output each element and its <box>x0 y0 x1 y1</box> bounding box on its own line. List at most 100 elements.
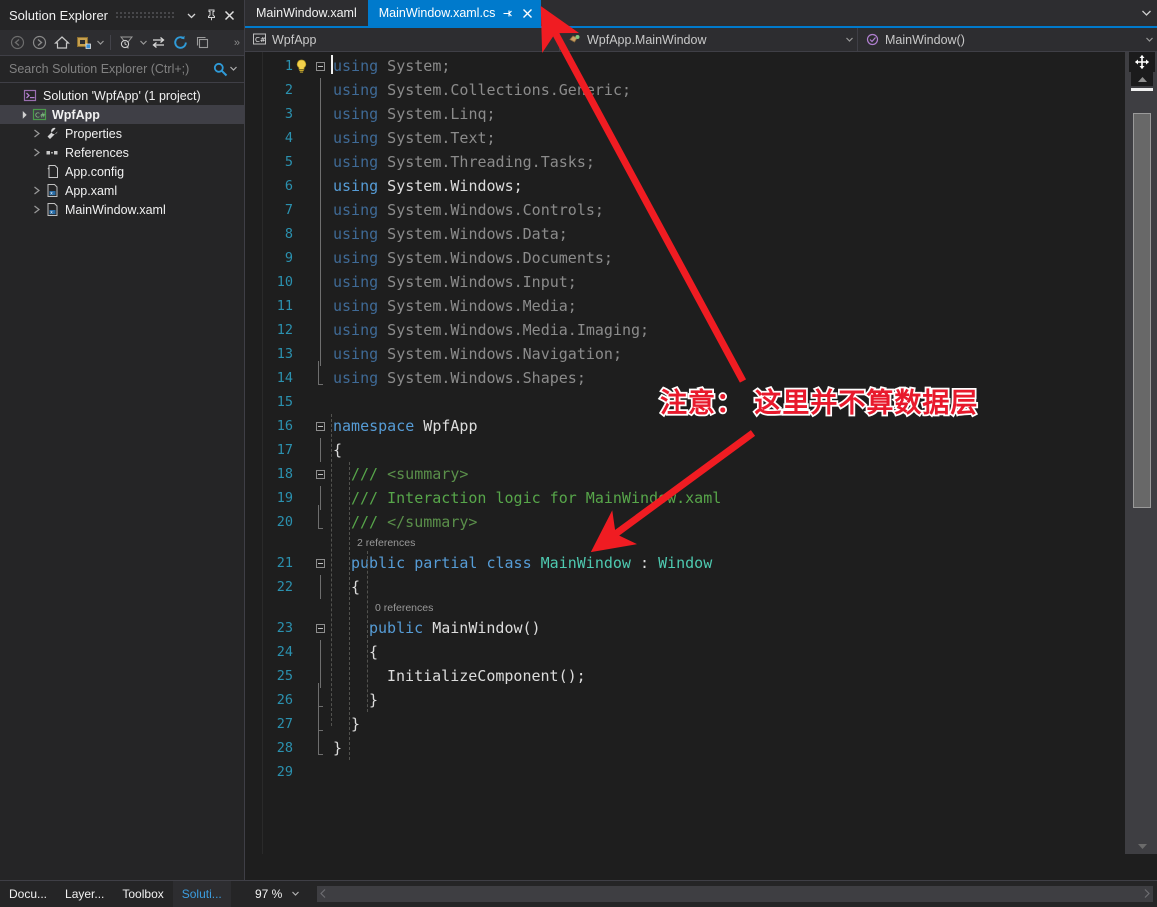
forward-icon[interactable] <box>29 33 50 53</box>
scrollbar-left-arrow[interactable] <box>320 888 326 900</box>
code-line[interactable]: 24 { <box>245 640 1125 664</box>
panel-dropdown-icon[interactable] <box>183 7 200 24</box>
twisty-collapsed-icon[interactable] <box>30 124 43 143</box>
code-line[interactable]: 1 using System; <box>245 54 1125 78</box>
fold-collapse-icon[interactable] <box>315 558 325 568</box>
tree-item-references[interactable]: References <box>0 143 244 162</box>
search-icon[interactable] <box>213 62 244 77</box>
navbar-type-selector[interactable]: WpfApp.MainWindow <box>560 28 858 51</box>
codelens-references[interactable]: 2 references <box>245 534 1125 551</box>
tree-item-solution[interactable]: Solution 'WpfApp' (1 project) <box>0 86 244 105</box>
scrollbar-right-arrow[interactable] <box>1144 888 1150 900</box>
pending-changes-filter-icon[interactable] <box>116 33 137 53</box>
code-line[interactable]: 19 /// Interaction logic for MainWindow.x… <box>245 486 1125 510</box>
scrollbar-up-arrow[interactable] <box>1131 72 1153 86</box>
tab-layer-explorer[interactable]: Layer... <box>56 881 113 907</box>
scrollbar-track[interactable] <box>1131 88 1153 834</box>
code-line[interactable]: 7 using System.Windows.Controls; <box>245 198 1125 222</box>
code-line[interactable]: 2 using System.Collections.Generic; <box>245 78 1125 102</box>
code-line[interactable]: 21 public partial class MainWindow : Wind… <box>245 551 1125 575</box>
split-view-handle[interactable] <box>1129 52 1155 72</box>
xaml-file-icon: x <box>43 200 62 219</box>
code-line[interactable]: 12 using System.Windows.Media.Imaging; <box>245 318 1125 342</box>
fold-collapse-icon[interactable] <box>315 623 325 633</box>
code-line[interactable]: 3 using System.Linq; <box>245 102 1125 126</box>
scrollbar-thumb[interactable] <box>1133 113 1151 508</box>
code-line[interactable]: 23 public MainWindow() <box>245 616 1125 640</box>
twisty-collapsed-icon[interactable] <box>30 143 43 162</box>
tree-item-app-xaml[interactable]: x App.xaml <box>0 181 244 200</box>
tab-toolbox[interactable]: Toolbox <box>113 881 172 907</box>
codelens-references[interactable]: 0 references <box>245 599 1125 616</box>
navbar-project-selector[interactable]: C# WpfApp <box>245 28 560 51</box>
code-line[interactable]: 17 { <box>245 438 1125 462</box>
vertical-scrollbar[interactable] <box>1125 52 1157 854</box>
code-text: } <box>333 739 343 757</box>
code-line[interactable]: 25 InitializeComponent(); <box>245 664 1125 688</box>
tree-item-wpfapp-project[interactable]: C# WpfApp <box>0 105 244 124</box>
lightbulb-quick-action-icon[interactable] <box>293 59 309 73</box>
tab-pin-icon[interactable] <box>499 4 515 22</box>
code-line[interactable]: 16 namespace WpfApp <box>245 414 1125 438</box>
code-line[interactable]: 15 <box>245 390 1125 414</box>
zoom-level-control[interactable]: 97 % <box>245 887 317 901</box>
fold-collapse-icon[interactable] <box>315 61 325 71</box>
panel-drag-grip[interactable] <box>115 11 174 19</box>
scrollbar-down-arrow[interactable] <box>1131 838 1153 854</box>
twisty-collapsed-icon[interactable] <box>30 200 43 219</box>
tree-item-app-config[interactable]: App.config <box>0 162 244 181</box>
tab-close-icon[interactable] <box>519 4 535 22</box>
close-icon[interactable] <box>221 7 238 24</box>
tab-document-outline[interactable]: Docu... <box>0 881 56 907</box>
code-text: using System.Windows; <box>333 177 523 195</box>
tree-item-mainwindow-xaml[interactable]: x MainWindow.xaml <box>0 200 244 219</box>
search-dropdown-caret-icon[interactable] <box>230 66 237 73</box>
code-line[interactable]: 10 using System.Windows.Input; <box>245 270 1125 294</box>
code-line[interactable]: 8 using System.Windows.Data; <box>245 222 1125 246</box>
document-tab-mainwindow-xaml-cs[interactable]: MainWindow.xaml.cs <box>367 0 542 26</box>
show-all-files-icon[interactable] <box>148 33 169 53</box>
twisty-expanded-icon[interactable] <box>17 105 30 124</box>
fold-column <box>309 78 331 102</box>
fold-collapse-icon[interactable] <box>315 421 325 431</box>
line-number: 29 <box>276 764 293 780</box>
home-icon[interactable] <box>51 33 72 53</box>
code-line[interactable]: 13 using System.Windows.Navigation; <box>245 342 1125 366</box>
tree-item-properties[interactable]: Properties <box>0 124 244 143</box>
fold-column <box>309 640 331 664</box>
toolbar-separator <box>110 35 111 50</box>
code-line[interactable]: 28} <box>245 730 1125 760</box>
fold-collapse-icon[interactable] <box>315 469 325 479</box>
code-line[interactable]: 29 <box>245 760 1125 784</box>
filter-dropdown-caret-icon[interactable] <box>138 33 148 53</box>
chevron-down-icon[interactable] <box>292 891 300 898</box>
chevron-down-icon[interactable] <box>842 37 857 42</box>
code-line[interactable]: 9 using System.Windows.Documents; <box>245 246 1125 270</box>
collapse-all-icon[interactable] <box>192 33 213 53</box>
refresh-icon[interactable] <box>170 33 191 53</box>
code-line[interactable]: 26} <box>245 682 1125 712</box>
code-line[interactable]: 4 using System.Text; <box>245 126 1125 150</box>
tab-solution-explorer[interactable]: Soluti... <box>172 881 231 907</box>
search-solution-explorer-input[interactable]: Search Solution Explorer (Ctrl+;) <box>0 56 244 83</box>
horizontal-scrollbar[interactable] <box>317 886 1153 902</box>
toolbar-overflow-icon[interactable]: » <box>234 37 244 49</box>
back-icon[interactable] <box>7 33 28 53</box>
code-editor-pane[interactable]: 1 using System; 2 using System.Collections.… <box>245 52 1157 854</box>
document-tab-mainwindow-xaml[interactable]: MainWindow.xaml <box>245 0 368 26</box>
tabs-overflow-chevron-icon[interactable] <box>1135 0 1157 26</box>
chevron-down-icon[interactable] <box>1142 37 1157 42</box>
code-line[interactable]: 11 using System.Windows.Media; <box>245 294 1125 318</box>
code-line[interactable]: 14 using System.Windows.Shapes; <box>245 360 1125 390</box>
code-line[interactable]: 18 /// <summary> <box>245 462 1125 486</box>
code-line[interactable]: 27} <box>245 706 1125 736</box>
pin-icon[interactable] <box>202 7 219 24</box>
code-line[interactable]: 5 using System.Threading.Tasks; <box>245 150 1125 174</box>
code-line[interactable]: 6 using System.Windows; <box>245 174 1125 198</box>
sync-with-active-document-icon[interactable] <box>73 33 94 53</box>
twisty-collapsed-icon[interactable] <box>30 181 43 200</box>
tree-item-label: MainWindow.xaml <box>65 202 166 217</box>
sync-dropdown-caret-icon[interactable] <box>95 33 105 53</box>
navbar-member-selector[interactable]: MainWindow() <box>858 28 1157 51</box>
solution-explorer-panel: Solution Explorer » Search Solution Expl… <box>0 0 245 907</box>
